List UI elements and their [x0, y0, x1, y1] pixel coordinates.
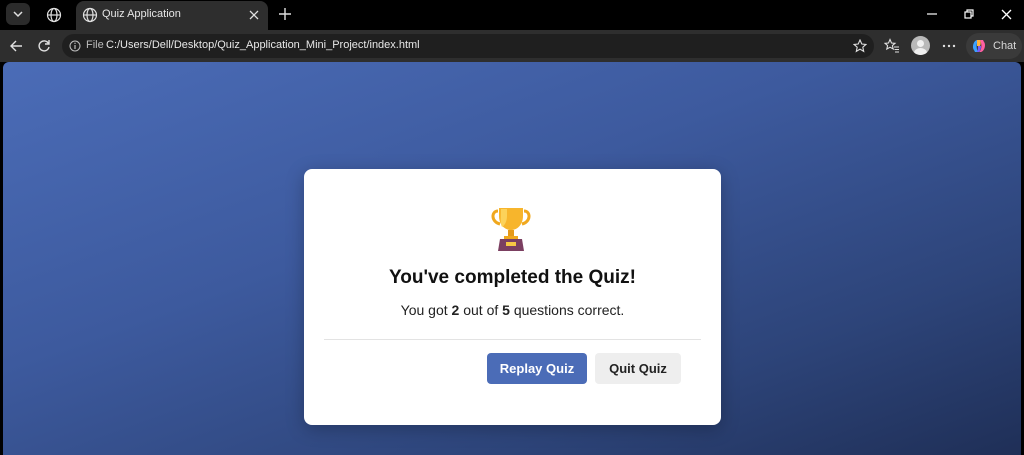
- reload-icon: [38, 40, 50, 52]
- result-prefix: You got: [400, 302, 448, 318]
- minimize-icon: [927, 13, 937, 15]
- minimize-button[interactable]: [922, 5, 942, 23]
- favorites-icon: [884, 38, 899, 53]
- reload-button[interactable]: [34, 36, 54, 56]
- tab-title: Quiz Application: [102, 8, 181, 20]
- result-card: You've completed the Quiz! You got 2 out…: [304, 169, 721, 425]
- favorite-button[interactable]: [852, 38, 868, 54]
- copilot-chat-button[interactable]: Chat: [966, 33, 1022, 59]
- close-icon: [249, 10, 259, 20]
- workspaces-button[interactable]: [44, 5, 64, 25]
- copilot-icon: [973, 40, 985, 52]
- address-bar[interactable]: File C:/Users/Dell/Desktop/Quiz_Applicat…: [62, 34, 874, 58]
- close-icon: [1001, 9, 1011, 19]
- tab-close-button[interactable]: [246, 7, 262, 23]
- avatar-body: [914, 48, 927, 55]
- trophy-icon: [491, 208, 531, 251]
- tab-quiz-application[interactable]: Quiz Application: [76, 1, 268, 30]
- avatar-head: [917, 40, 924, 47]
- arrow-left-icon: [10, 40, 22, 52]
- globe-icon: [46, 7, 62, 23]
- result-summary: You got 2 out of 5 questions correct.: [304, 302, 721, 318]
- chat-label: Chat: [993, 40, 1017, 52]
- info-icon: [69, 40, 81, 52]
- chevron-down-icon: [13, 11, 23, 18]
- quit-quiz-button[interactable]: Quit Quiz: [595, 353, 681, 384]
- more-icon: [942, 44, 956, 48]
- restore-icon: [964, 9, 974, 19]
- profile-avatar[interactable]: [911, 36, 930, 55]
- favorites-button[interactable]: [882, 36, 902, 56]
- replay-quiz-button[interactable]: Replay Quiz: [487, 353, 587, 384]
- new-tab-button[interactable]: [276, 5, 294, 23]
- star-icon: [853, 39, 867, 53]
- restore-button[interactable]: [959, 5, 979, 23]
- browser-toolbar: File C:/Users/Dell/Desktop/Quiz_Applicat…: [0, 30, 1024, 62]
- tab-strip: Quiz Application: [0, 0, 1024, 30]
- plus-icon: [279, 8, 291, 20]
- site-info-button[interactable]: [68, 39, 82, 53]
- divider: [324, 339, 701, 340]
- page-viewport: You've completed the Quiz! You got 2 out…: [3, 62, 1021, 455]
- globe-icon: [82, 7, 98, 23]
- close-window-button[interactable]: [996, 5, 1016, 23]
- back-button[interactable]: [6, 36, 26, 56]
- more-button[interactable]: [939, 36, 959, 56]
- score-value: 2: [451, 302, 460, 318]
- total-value: 5: [502, 302, 510, 318]
- address-prefix: File: [86, 39, 104, 51]
- url-text[interactable]: C:/Users/Dell/Desktop/Quiz_Application_M…: [106, 39, 420, 51]
- tab-actions-button[interactable]: [6, 3, 30, 25]
- result-title: You've completed the Quiz!: [389, 267, 636, 288]
- result-middle: out of: [463, 302, 499, 318]
- result-suffix: questions correct.: [513, 302, 625, 318]
